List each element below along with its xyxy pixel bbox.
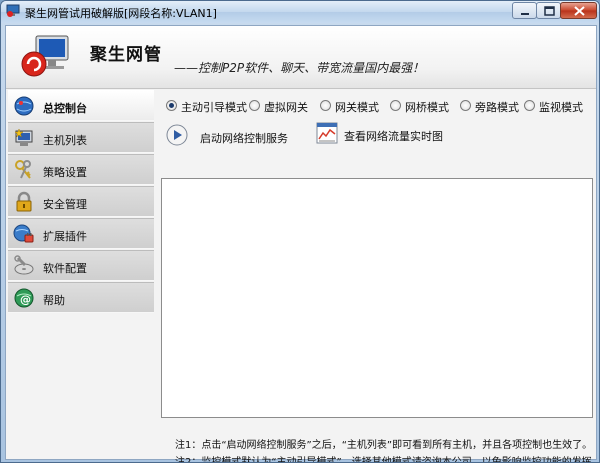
mode-label: 网桥模式 [405, 101, 449, 114]
minimize-button[interactable] [512, 2, 537, 19]
close-button[interactable] [560, 2, 597, 19]
close-icon [574, 6, 585, 16]
sidebar-item-software-config[interactable]: 软件配置 [8, 250, 154, 281]
monitor-logo-icon [21, 35, 69, 77]
log-output-area[interactable] [161, 178, 593, 418]
help-globe-icon: @ [14, 288, 34, 308]
sidebar-item-help[interactable]: @ 帮助 [8, 282, 154, 313]
mode-label: 旁路模式 [475, 101, 519, 114]
sidebar-item-label: 总控制台 [43, 102, 87, 115]
sidebar-item-label: 安全管理 [43, 198, 87, 211]
view-traffic-label: 查看网络流量实时图 [344, 130, 443, 143]
main-panel: 主动引导模式 虚拟网关 网关模式 网桥模式 旁路模式 监视模式 启动网络控制服务… [156, 90, 599, 462]
network-globe-icon [14, 96, 34, 116]
mode-radio-group: 主动引导模式 虚拟网关 网关模式 网桥模式 旁路模式 监视模式 [166, 98, 596, 114]
radio-button[interactable] [320, 100, 331, 111]
app-window: 聚生网管试用破解版[网段名称:VLAN1] 聚生网管 ——控制P2P软件、聊天、… [0, 0, 600, 463]
sidebar: 总控制台 主机列表 策略设置 安全管理 扩展插件 软件配置 @ 帮助 [8, 90, 154, 456]
svg-text:@: @ [20, 293, 31, 306]
radio-button[interactable] [166, 100, 177, 111]
start-service-button[interactable]: 启动网络控制服务 [166, 124, 296, 148]
traffic-chart-icon [316, 122, 338, 144]
play-icon [166, 124, 188, 146]
start-service-label: 启动网络控制服务 [200, 132, 288, 145]
radio-button[interactable] [524, 100, 535, 111]
mode-label: 网关模式 [335, 101, 379, 114]
app-slogan: ——控制P2P软件、聊天、带宽流量国内最强！ [174, 61, 425, 75]
computer-star-icon [14, 128, 33, 146]
sidebar-item-label: 策略设置 [43, 166, 87, 179]
sidebar-item-plugins[interactable]: 扩展插件 [8, 218, 154, 249]
view-traffic-button[interactable]: 查看网络流量实时图 [316, 122, 446, 146]
sidebar-item-policy[interactable]: 策略设置 [8, 154, 154, 185]
note-1: 注1：点击“启动网络控制服务”之后，“主机列表”即可看到所有主机，并且各项控制也… [175, 440, 593, 451]
sidebar-item-security[interactable]: 安全管理 [8, 186, 154, 217]
padlock-icon [16, 191, 32, 212]
note-2: 注2：监控模式默认为“主动引导模式”，选择其他模式请咨询本公司，以免影响监控功能… [175, 457, 600, 463]
radio-button[interactable] [249, 100, 260, 111]
mode-label: 监视模式 [539, 101, 583, 114]
radio-button[interactable] [460, 100, 471, 111]
app-name: 聚生网管 [90, 45, 162, 65]
sidebar-item-host-list[interactable]: 主机列表 [8, 122, 154, 153]
client-area: 聚生网管 ——控制P2P软件、聊天、带宽流量国内最强！ 总控制台 主机列表 策略… [5, 25, 599, 462]
sidebar-item-label: 主机列表 [43, 134, 87, 147]
maximize-button[interactable] [536, 2, 561, 19]
maximize-icon [544, 6, 555, 16]
keys-icon [15, 160, 31, 179]
window-title: 聚生网管试用破解版[网段名称:VLAN1] [25, 7, 217, 20]
minimize-icon [521, 13, 529, 15]
sidebar-item-label: 帮助 [43, 294, 65, 307]
mode-label: 虚拟网关 [264, 101, 308, 114]
sidebar-item-label: 软件配置 [43, 262, 87, 275]
sidebar-item-label: 扩展插件 [43, 230, 87, 243]
plugin-icon [13, 224, 34, 243]
disc-wrench-icon [14, 255, 34, 275]
app-header: 聚生网管 ——控制P2P软件、聊天、带宽流量国内最强！ [6, 26, 596, 89]
title-bar[interactable]: 聚生网管试用破解版[网段名称:VLAN1] [1, 1, 599, 23]
sidebar-item-console[interactable]: 总控制台 [8, 90, 154, 121]
radio-button[interactable] [390, 100, 401, 111]
app-icon [6, 4, 20, 17]
mode-label: 主动引导模式 [181, 101, 247, 114]
